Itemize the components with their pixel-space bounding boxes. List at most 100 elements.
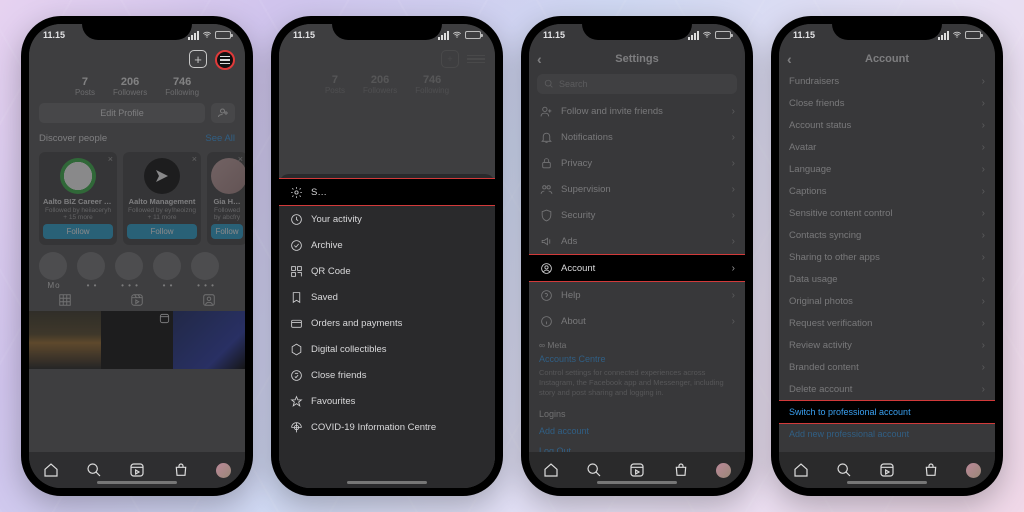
edit-profile-button[interactable]: Edit Profile	[39, 103, 205, 123]
profile-nav-avatar[interactable]	[216, 463, 231, 478]
account-item[interactable]: Sharing to other apps›	[779, 246, 995, 268]
suggestion-card[interactable]: ×Aalto ManagementFollowed by ey!heoizng …	[123, 152, 201, 245]
account-item[interactable]: Original photos›	[779, 290, 995, 312]
close-icon[interactable]: ×	[108, 154, 113, 164]
settings-item[interactable]: Security›	[529, 202, 745, 228]
switch-professional-link[interactable]: Switch to professional account	[779, 400, 995, 424]
post-thumbnail[interactable]	[29, 311, 101, 369]
stat-followers[interactable]: 206Followers	[113, 76, 147, 97]
see-all-link[interactable]: See All	[205, 133, 235, 144]
menu-item[interactable]: Saved	[279, 284, 495, 310]
account-item[interactable]: Review activity›	[779, 334, 995, 356]
account-item[interactable]: Request verification›	[779, 312, 995, 334]
post-thumbnail[interactable]	[101, 311, 173, 369]
profile-nav-avatar[interactable]	[966, 463, 981, 478]
suggestion-card[interactable]: ×Gia H…Followed by abcfry 14.7kFollow	[207, 152, 245, 245]
settings-item[interactable]: Follow and invite friends›	[529, 98, 745, 124]
follow-button[interactable]: Follow	[127, 224, 197, 239]
stat-following[interactable]: 746Following	[165, 76, 199, 97]
settings-item[interactable]: Help›	[529, 282, 745, 308]
settings-item[interactable]: Notifications›	[529, 124, 745, 150]
menu-item[interactable]: Archive	[279, 232, 495, 258]
close-icon[interactable]: ×	[192, 154, 197, 164]
menu-item[interactable]: Close friends	[279, 362, 495, 388]
battery-icon	[965, 31, 981, 39]
account-label: Branded content	[789, 362, 859, 373]
search-icon[interactable]	[836, 462, 852, 478]
reels-nav-icon[interactable]	[129, 462, 145, 478]
settings-item[interactable]: About›	[529, 308, 745, 334]
highlight[interactable]: • •	[77, 252, 107, 286]
follow-button[interactable]: Follow	[211, 224, 243, 239]
search-icon[interactable]	[586, 462, 602, 478]
account-item[interactable]: Data usage ›	[779, 268, 995, 290]
account-item[interactable]: Fundraisers›	[779, 70, 995, 92]
highlight[interactable]: • • •	[191, 252, 221, 286]
shop-icon[interactable]	[923, 462, 939, 478]
home-icon[interactable]	[43, 462, 59, 478]
account-item[interactable]: Delete account›	[779, 378, 995, 400]
notch	[582, 16, 692, 40]
battery-icon	[465, 31, 481, 39]
highlight[interactable]: • • •	[115, 252, 145, 286]
search-input[interactable]: Search	[537, 74, 737, 94]
menu-item-settings[interactable]: S…	[279, 178, 495, 206]
hamburger-menu-button[interactable]	[215, 50, 235, 70]
follow-button[interactable]: Follow	[43, 224, 113, 239]
suggestion-card[interactable]: ×Aalto BIZ Career S…Followed by heiiacer…	[39, 152, 117, 245]
stat-posts[interactable]: 7Posts	[75, 76, 95, 97]
shop-icon[interactable]	[173, 462, 189, 478]
settings-scroll[interactable]: Search Follow and invite friends›Notific…	[529, 72, 745, 452]
add-account-link[interactable]: Add account	[529, 421, 745, 441]
highlight[interactable]: Mo	[39, 252, 69, 286]
story-highlights[interactable]: Mo • • • • • • • • • •	[29, 249, 245, 289]
reels-tab[interactable]	[101, 289, 173, 311]
chevron-right-icon: ›	[982, 274, 985, 285]
discover-people-button[interactable]	[211, 103, 235, 123]
add-professional-link[interactable]: Add new professional account	[779, 424, 995, 444]
home-icon[interactable]	[543, 462, 559, 478]
search-icon[interactable]	[86, 462, 102, 478]
settings-item[interactable]: Supervision›	[529, 176, 745, 202]
settings-item[interactable]: Ads›	[529, 228, 745, 254]
profile-nav-avatar[interactable]	[716, 463, 731, 478]
log-out-link[interactable]: Log Out	[529, 441, 745, 452]
accounts-centre-link[interactable]: Accounts Centre	[539, 353, 735, 365]
settings-label: Privacy	[561, 158, 592, 169]
home-icon[interactable]	[793, 462, 809, 478]
tagged-tab[interactable]	[173, 289, 245, 311]
menu-item[interactable]: Digital collectibles	[279, 336, 495, 362]
profile-stats-dimmed: 7Posts 206Followers 746Following	[279, 70, 495, 101]
reels-nav-icon[interactable]	[879, 462, 895, 478]
menu-item[interactable]: QR Code	[279, 258, 495, 284]
account-item[interactable]: Captions›	[779, 180, 995, 202]
back-button[interactable]: ‹	[787, 51, 792, 67]
grid-tab[interactable]	[29, 289, 101, 311]
account-scroll[interactable]: Fundraisers›Close friends›Account status…	[779, 70, 995, 452]
account-item[interactable]: Account status›	[779, 114, 995, 136]
chevron-right-icon: ›	[982, 362, 985, 373]
close-icon[interactable]: ×	[238, 154, 243, 164]
chevron-right-icon: ›	[982, 252, 985, 263]
reels-nav-icon[interactable]	[629, 462, 645, 478]
post-thumbnail[interactable]	[173, 311, 245, 369]
account-item[interactable]: Sensitive content control›	[779, 202, 995, 224]
account-item[interactable]: Contacts syncing›	[779, 224, 995, 246]
menu-item[interactable]: Favourites	[279, 388, 495, 414]
account-item[interactable]: Branded content ›	[779, 356, 995, 378]
account-item[interactable]: Close friends›	[779, 92, 995, 114]
account-item[interactable]: Language›	[779, 158, 995, 180]
suggestion-cards[interactable]: ×Aalto BIZ Career S…Followed by heiiacer…	[29, 148, 245, 249]
settings-item[interactable]: Privacy›	[529, 150, 745, 176]
highlight[interactable]: • •	[153, 252, 183, 286]
create-post-button[interactable]: +	[189, 50, 207, 68]
account-label: Data usage	[789, 274, 838, 285]
menu-item[interactable]: Orders and payments	[279, 310, 495, 336]
shop-icon[interactable]	[673, 462, 689, 478]
back-button[interactable]: ‹	[537, 51, 542, 67]
menu-icon	[289, 316, 303, 330]
settings-item-account[interactable]: Account ›	[529, 254, 745, 282]
menu-item[interactable]: Your activity	[279, 206, 495, 232]
menu-item[interactable]: COVID-19 Information Centre	[279, 414, 495, 440]
account-item[interactable]: Avatar›	[779, 136, 995, 158]
